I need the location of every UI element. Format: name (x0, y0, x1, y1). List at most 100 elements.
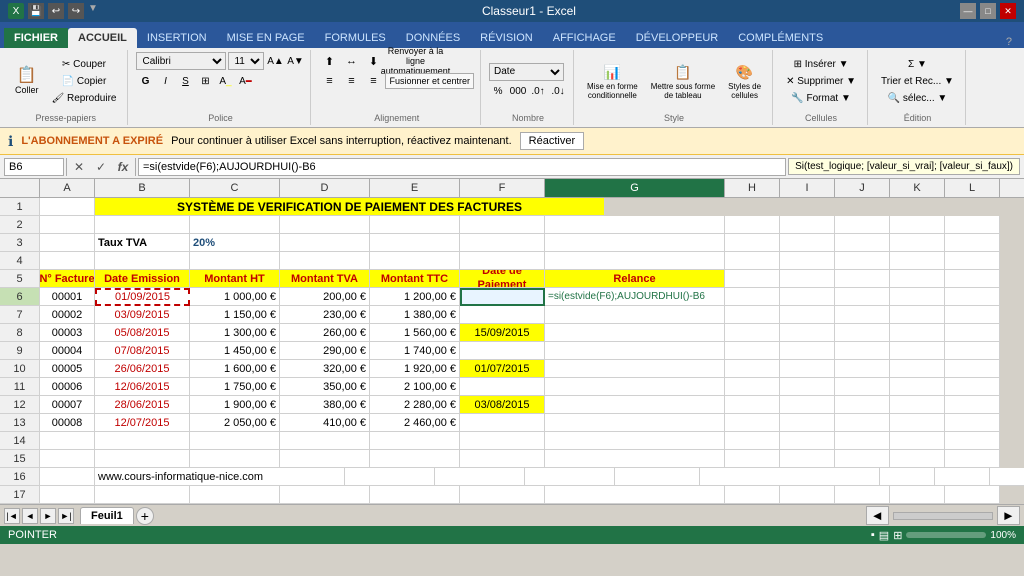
cell-d12[interactable]: 380,00 € (280, 396, 370, 414)
cell-l15[interactable] (945, 450, 1000, 468)
normal-view-button[interactable]: ▪ (871, 529, 875, 541)
decrease-font-button[interactable]: A▼ (286, 52, 304, 70)
cell-i10[interactable] (780, 360, 835, 378)
tab-accueil[interactable]: ACCUEIL (68, 28, 137, 48)
border-button[interactable]: ⊞ (196, 72, 214, 90)
tab-donnees[interactable]: DONNÉES (396, 28, 470, 48)
tab-insertion[interactable]: INSERTION (137, 28, 217, 48)
cell-g10[interactable] (545, 360, 725, 378)
cell-k4[interactable] (890, 252, 945, 270)
col-header-l[interactable]: L (945, 179, 1000, 197)
cell-g2[interactable] (545, 216, 725, 234)
cell-f11[interactable] (460, 378, 545, 396)
cell-b4[interactable] (95, 252, 190, 270)
cell-j8[interactable] (835, 324, 890, 342)
cell-c10[interactable]: 1 600,00 € (190, 360, 280, 378)
cell-b16-website[interactable]: www.cours-informatique-nice.com (95, 468, 345, 486)
rownum-8[interactable]: 8 (0, 324, 40, 342)
reproduire-button[interactable]: 🖌 Reproduire (47, 91, 122, 106)
cell-f4[interactable] (460, 252, 545, 270)
decrease-decimal-button[interactable]: .0↓ (549, 83, 567, 101)
rownum-6[interactable]: 6 (0, 288, 40, 306)
cell-a16[interactable] (40, 468, 95, 486)
cell-d14[interactable] (280, 432, 370, 450)
cell-h4[interactable] (725, 252, 780, 270)
cell-l11[interactable] (945, 378, 1000, 396)
cell-i7[interactable] (780, 306, 835, 324)
confirm-formula-button[interactable]: ✓ (91, 158, 111, 176)
cell-e12[interactable]: 2 280,00 € (370, 396, 460, 414)
cell-a6[interactable]: 00001 (40, 288, 95, 306)
rownum-2[interactable]: 2 (0, 216, 40, 234)
thousands-button[interactable]: 000 (509, 83, 527, 101)
cell-f6[interactable] (460, 288, 545, 306)
cell-a8[interactable]: 00003 (40, 324, 95, 342)
cell-h9[interactable] (725, 342, 780, 360)
cell-f12[interactable]: 03/08/2015 (460, 396, 545, 414)
underline-button[interactable]: S (176, 72, 194, 90)
increase-decimal-button[interactable]: .0↑ (529, 83, 547, 101)
cell-i16[interactable] (935, 468, 990, 486)
rownum-14[interactable]: 14 (0, 432, 40, 450)
font-color-button[interactable]: A▬ (236, 72, 254, 90)
trier-button[interactable]: Trier et Rec... ▼ (876, 74, 959, 89)
cell-j4[interactable] (835, 252, 890, 270)
cell-b2[interactable] (95, 216, 190, 234)
page-break-button[interactable]: ⊞ (893, 529, 902, 542)
cell-i4[interactable] (780, 252, 835, 270)
cell-f9[interactable] (460, 342, 545, 360)
col-header-c[interactable]: C (190, 179, 280, 197)
save-icon[interactable]: 💾 (28, 3, 44, 19)
merge-center-button[interactable]: Fusionner et centrer (385, 73, 474, 89)
cell-j12[interactable] (835, 396, 890, 414)
cell-f7[interactable] (460, 306, 545, 324)
col-header-i[interactable]: I (780, 179, 835, 197)
col-header-f[interactable]: F (460, 179, 545, 197)
cell-a15[interactable] (40, 450, 95, 468)
cell-b11[interactable]: 12/06/2015 (95, 378, 190, 396)
cell-c16[interactable] (345, 468, 435, 486)
cell-h13[interactable] (725, 414, 780, 432)
cell-k13[interactable] (890, 414, 945, 432)
rownum-15[interactable]: 15 (0, 450, 40, 468)
cell-g4[interactable] (545, 252, 725, 270)
cell-d4[interactable] (280, 252, 370, 270)
cell-l2[interactable] (945, 216, 1000, 234)
sheet-nav-last[interactable]: ►| (58, 508, 74, 524)
supprimer-button[interactable]: ✕ Supprimer ▼ (781, 74, 861, 89)
tab-developpeur[interactable]: DÉVELOPPEUR (626, 28, 729, 48)
cell-f13[interactable] (460, 414, 545, 432)
cell-j9[interactable] (835, 342, 890, 360)
rownum-17[interactable]: 17 (0, 486, 40, 504)
header-i5[interactable] (780, 270, 835, 288)
cell-e9[interactable]: 1 740,00 € (370, 342, 460, 360)
cell-k9[interactable] (890, 342, 945, 360)
cell-j10[interactable] (835, 360, 890, 378)
cell-a4[interactable] (40, 252, 95, 270)
col-header-b[interactable]: B (95, 179, 190, 197)
close-button[interactable]: ✕ (1000, 3, 1016, 19)
sheet-nav-first[interactable]: |◄ (4, 508, 20, 524)
cell-l14[interactable] (945, 432, 1000, 450)
reactivate-button[interactable]: Réactiver (520, 132, 584, 150)
cell-i11[interactable] (780, 378, 835, 396)
rownum-13[interactable]: 13 (0, 414, 40, 432)
cell-l3[interactable] (945, 234, 1000, 252)
cell-g9[interactable] (545, 342, 725, 360)
col-header-j[interactable]: J (835, 179, 890, 197)
cell-j3[interactable] (835, 234, 890, 252)
cell-a17[interactable] (40, 486, 95, 504)
cell-h2[interactable] (725, 216, 780, 234)
cell-d10[interactable]: 320,00 € (280, 360, 370, 378)
cell-l6[interactable] (945, 288, 1000, 306)
cell-k15[interactable] (890, 450, 945, 468)
cell-k8[interactable] (890, 324, 945, 342)
cell-b9[interactable]: 07/08/2015 (95, 342, 190, 360)
align-center-button[interactable]: ≡ (341, 72, 361, 90)
tab-mise-en-page[interactable]: MISE EN PAGE (217, 28, 315, 48)
font-family-select[interactable]: Calibri (136, 52, 226, 70)
cell-i2[interactable] (780, 216, 835, 234)
cell-k17[interactable] (890, 486, 945, 504)
cell-c4[interactable] (190, 252, 280, 270)
cell-c2[interactable] (190, 216, 280, 234)
